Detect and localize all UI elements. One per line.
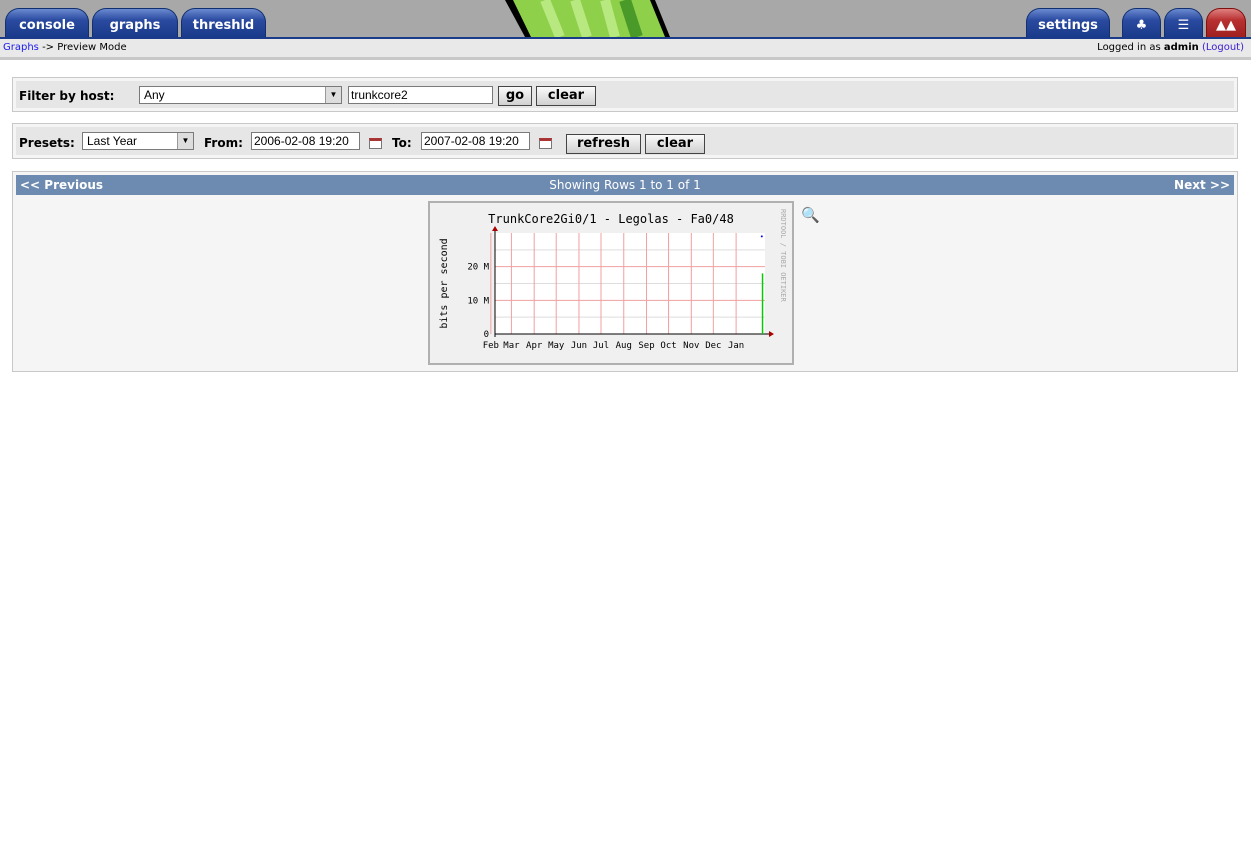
x-tick-label: Jun — [571, 341, 587, 351]
x-tick-label: Jul — [593, 341, 609, 351]
rrd-chart: TrunkCore2Gi0/1 - Legolas - Fa0/48 bits p… — [439, 209, 787, 351]
zoom-magnifier-icon[interactable]: 🔍 — [801, 206, 820, 224]
x-tick-label: Dec — [705, 341, 721, 351]
x-tick-label: Feb — [483, 341, 499, 351]
chevron-down-icon: ▼ — [325, 87, 341, 103]
graph-image[interactable]: TrunkCore2Gi0/1 - Legolas - Fa0/48 bits p… — [428, 201, 794, 365]
x-tick-label: Sep — [638, 341, 654, 351]
graph-preview-panel: << Previous Showing Rows 1 to 1 of 1 Nex… — [12, 171, 1238, 372]
presets-select[interactable]: Last Year ▼ — [82, 132, 194, 150]
presets-label: Presets: — [19, 136, 75, 150]
cacti-logo — [505, 0, 670, 37]
refresh-button[interactable]: refresh — [566, 134, 641, 154]
y-tick-label: 0 — [484, 330, 489, 340]
top-bar: console graphs threshld settings ♣ ☰ ▲▲ — [0, 0, 1251, 39]
x-tick-label: Nov — [683, 341, 699, 351]
x-axis-arrow — [769, 331, 774, 337]
data-point — [760, 235, 763, 238]
pager-bar: << Previous Showing Rows 1 to 1 of 1 Nex… — [16, 175, 1234, 195]
logout-link[interactable]: (Logout) — [1202, 42, 1244, 53]
host-select-value: Any — [144, 88, 165, 102]
host-select[interactable]: Any ▼ — [139, 86, 342, 104]
login-user: admin — [1163, 42, 1199, 53]
host-filter-panel: Filter by host: Any ▼ trunkcore2 go clear — [12, 77, 1238, 112]
next-link[interactable]: Next >> — [1174, 175, 1230, 195]
calendar-icon[interactable] — [369, 138, 382, 149]
breadcrumb-graphs-link[interactable]: Graphs — [3, 42, 39, 53]
clear-timespan-button[interactable]: clear — [645, 134, 705, 154]
pager-status: Showing Rows 1 to 1 of 1 — [549, 178, 701, 192]
y-tick-label: 10 M — [467, 296, 489, 306]
from-date-input[interactable]: 2006-02-08 19:20 — [251, 132, 360, 150]
chart-title: TrunkCore2Gi0/1 - Legolas - Fa0/48 — [488, 212, 734, 226]
filter-host-label: Filter by host: — [19, 89, 115, 103]
from-label: From: — [204, 136, 243, 150]
x-tick-label: Jan — [728, 341, 744, 351]
chevron-down-icon: ▼ — [177, 133, 193, 149]
presets-select-value: Last Year — [87, 134, 138, 148]
tab-settings[interactable]: settings — [1026, 8, 1110, 37]
to-date-input[interactable]: 2007-02-08 19:20 — [421, 132, 530, 150]
y-tick-label: 20 M — [467, 263, 489, 273]
login-prefix: Logged in as — [1097, 42, 1161, 53]
x-tick-label: Apr — [526, 341, 543, 351]
list-icon: ☰ — [1177, 18, 1190, 33]
y-axis-label: bits per second — [439, 238, 450, 328]
breadcrumb-current: -> Preview Mode — [42, 42, 127, 53]
go-button[interactable]: go — [498, 86, 532, 106]
to-label: To: — [392, 136, 412, 150]
tab-threshld[interactable]: threshld — [181, 8, 266, 37]
tab-console[interactable]: console — [5, 8, 89, 37]
x-tick-label: Mar — [503, 341, 520, 351]
x-tick-label: May — [548, 341, 565, 351]
preview-icon: ▲▲ — [1216, 18, 1236, 33]
tree-view-button[interactable]: ♣ — [1122, 8, 1161, 37]
timespan-panel: Presets: Last Year ▼ From: 2006-02-08 19:… — [12, 123, 1238, 159]
watermark: RRDTOOL / TOBI OETIKER — [779, 209, 787, 303]
breadcrumb: Graphs -> Preview Mode Logged in as admi… — [0, 39, 1251, 60]
clear-filter-button[interactable]: clear — [536, 86, 596, 106]
calendar-icon[interactable] — [539, 138, 552, 149]
x-tick-label: Aug — [616, 341, 632, 351]
search-input[interactable]: trunkcore2 — [348, 86, 493, 104]
list-view-button[interactable]: ☰ — [1164, 8, 1203, 37]
x-tick-label: Oct — [660, 341, 676, 351]
y-axis-arrow — [492, 226, 498, 231]
tab-graphs[interactable]: graphs — [92, 8, 178, 37]
tree-icon: ♣ — [1135, 18, 1148, 33]
preview-view-button[interactable]: ▲▲ — [1206, 8, 1246, 37]
